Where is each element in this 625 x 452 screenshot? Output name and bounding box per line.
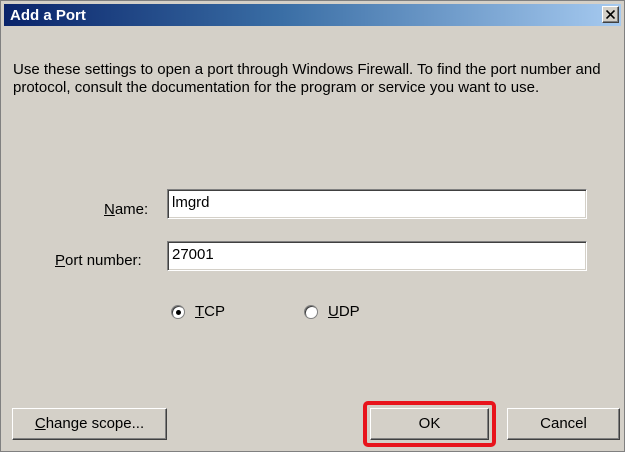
close-button[interactable] bbox=[602, 6, 619, 23]
udp-radio[interactable]: UDP bbox=[304, 303, 360, 320]
change-scope-button[interactable]: Change scope... bbox=[12, 408, 167, 440]
ok-button[interactable]: OK bbox=[370, 408, 489, 440]
tcp-radio[interactable]: TCP bbox=[171, 303, 225, 320]
udp-radio-label: UDP bbox=[328, 303, 360, 320]
add-port-dialog: Add a Port Use these settings to open a … bbox=[0, 0, 625, 452]
dialog-title: Add a Port bbox=[10, 7, 86, 24]
port-number-input[interactable]: 27001 bbox=[167, 241, 587, 271]
udp-radio-circle[interactable] bbox=[304, 304, 318, 319]
port-number-label: Port number: bbox=[55, 252, 142, 269]
cancel-button[interactable]: Cancel bbox=[507, 408, 620, 440]
close-icon bbox=[606, 10, 615, 19]
name-input[interactable]: lmgrd bbox=[167, 189, 587, 219]
radio-selected-dot bbox=[176, 309, 181, 315]
name-label: Name: bbox=[104, 201, 149, 218]
title-bar[interactable]: Add a Port bbox=[4, 4, 621, 26]
tcp-radio-circle[interactable] bbox=[171, 304, 185, 319]
description-text: Use these settings to open a port throug… bbox=[13, 61, 601, 96]
tcp-radio-label: TCP bbox=[195, 303, 226, 320]
